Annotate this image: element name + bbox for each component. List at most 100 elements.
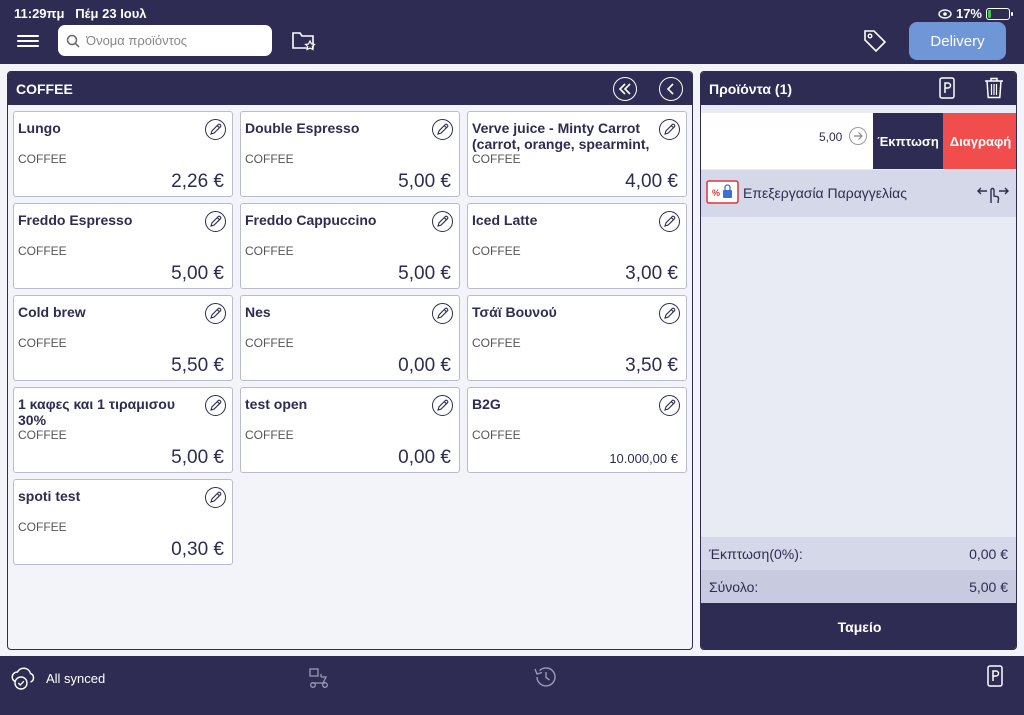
product-price: 5,50 € — [171, 355, 224, 376]
discount-button[interactable]: Έκπτωση — [873, 113, 943, 169]
product-price: 10.000,00 € — [609, 451, 678, 466]
product-price: 5,00 € — [171, 263, 224, 284]
sync-label: All synced — [46, 670, 106, 686]
parking-receipt-icon[interactable] — [987, 665, 1003, 687]
category-header: COFFEE — [8, 72, 692, 105]
chevron-left-icon[interactable] — [659, 77, 683, 101]
search-box[interactable] — [58, 25, 272, 56]
product-name: spoti test — [18, 488, 81, 504]
delete-button[interactable]: Διαγραφή — [943, 113, 1016, 169]
menu-icon[interactable] — [17, 32, 39, 50]
product-price: 5,00 € — [171, 447, 224, 468]
product-price: 3,00 € — [625, 263, 678, 284]
edit-pencil-icon[interactable] — [432, 119, 453, 140]
product-card[interactable]: 1 καφες και 1 τιραμισου 30% COFFEE 5,00 € — [13, 387, 233, 473]
edit-pencil-icon[interactable] — [659, 303, 680, 324]
sync-status[interactable]: All synced — [10, 665, 105, 691]
cloud-synced-icon — [11, 667, 35, 690]
cart-panel: Προϊόντα (1) 5,00 Έκπτωση Διαγραφή % Επε… — [700, 71, 1017, 650]
product-category: COFFEE — [472, 244, 521, 258]
edit-pencil-icon[interactable] — [659, 119, 680, 140]
discount-total-value: 0,00 € — [969, 546, 1008, 562]
product-card[interactable]: Iced Latte COFFEE 3,00 € — [467, 203, 687, 289]
cart-line-item[interactable]: 5,00 Έκπτωση Διαγραφή — [701, 113, 1016, 169]
edit-pencil-icon[interactable] — [432, 303, 453, 324]
tag-icon[interactable] — [862, 28, 888, 54]
product-category: COFFEE — [18, 428, 67, 442]
discount-total-label: Έκπτωση(0%): — [709, 546, 803, 562]
product-price: 0,00 € — [398, 355, 451, 376]
edit-pencil-icon[interactable] — [205, 303, 226, 324]
status-date: Πέμ 23 Ιουλ — [75, 6, 147, 21]
edit-pencil-icon[interactable] — [205, 211, 226, 232]
delivery-scooter-icon[interactable] — [307, 666, 331, 690]
edit-pencil-icon[interactable] — [432, 211, 453, 232]
arrow-right-icon[interactable] — [849, 127, 867, 145]
product-card[interactable]: Lungo COFFEE 2,26 € — [13, 111, 233, 197]
status-clock: 11:29πμ — [14, 6, 65, 21]
category-title: COFFEE — [16, 80, 73, 97]
line-item-price: 5,00 — [819, 130, 843, 144]
product-category: COFFEE — [18, 336, 67, 350]
product-price: 5,00 € — [398, 263, 451, 284]
search-icon — [66, 34, 80, 48]
product-category: COFFEE — [18, 152, 67, 166]
product-card[interactable]: spoti test COFFEE 0,30 € — [13, 479, 233, 565]
checkout-button[interactable]: Ταμείο — [701, 603, 1016, 649]
trash-icon[interactable] — [984, 77, 1004, 99]
product-name: test open — [245, 396, 308, 412]
product-card[interactable]: B2G COFFEE 10.000,00 € — [467, 387, 687, 473]
history-icon[interactable] — [532, 665, 558, 689]
product-card[interactable]: Freddo Cappuccino COFFEE 5,00 € — [240, 203, 460, 289]
product-card[interactable]: test open COFFEE 0,00 € — [240, 387, 460, 473]
product-price: 0,30 € — [171, 539, 224, 560]
edit-pencil-icon[interactable] — [205, 487, 226, 508]
screen-lock-icon — [938, 8, 952, 19]
edit-pencil-icon[interactable] — [205, 395, 226, 416]
product-category: COFFEE — [18, 244, 67, 258]
parking-receipt-icon[interactable] — [939, 77, 955, 99]
product-category: COFFEE — [18, 520, 67, 534]
product-category: COFFEE — [245, 244, 294, 258]
product-card[interactable]: Τσάϊ Βουνού COFFEE 3,50 € — [467, 295, 687, 381]
favorites-folder-icon[interactable] — [291, 29, 317, 53]
product-price: 5,00 € — [398, 171, 451, 192]
product-price: 0,00 € — [398, 447, 451, 468]
product-name: Iced Latte — [472, 212, 538, 228]
product-card[interactable]: Double Espresso COFFEE 5,00 € — [240, 111, 460, 197]
edit-pencil-icon[interactable] — [659, 211, 680, 232]
svg-text:%: % — [712, 188, 720, 198]
product-name: Nes — [245, 304, 271, 320]
product-card[interactable]: Nes COFFEE 0,00 € — [240, 295, 460, 381]
product-card[interactable]: Verve juice - Minty Carrot (carrot, oran… — [467, 111, 687, 197]
product-name: Freddo Espresso — [18, 212, 133, 228]
edit-pencil-icon[interactable] — [659, 395, 680, 416]
status-bar: 11:29πμ Πέμ 23 Ιουλ 17% — [0, 0, 1024, 26]
product-category: COFFEE — [245, 336, 294, 350]
product-category: COFFEE — [245, 428, 294, 442]
product-name: Freddo Cappuccino — [245, 212, 377, 228]
edit-order-label: Επεξεργασία Παραγγελίας — [743, 185, 907, 201]
total-value: 5,00 € — [969, 579, 1008, 595]
product-category: COFFEE — [472, 428, 521, 442]
product-price: 3,50 € — [625, 355, 678, 376]
product-name: Cold brew — [18, 304, 86, 320]
edit-pencil-icon[interactable] — [205, 119, 226, 140]
battery-percent: 17% — [955, 6, 982, 21]
discount-total-row: Έκπτωση(0%): 0,00 € — [701, 537, 1016, 570]
product-category: COFFEE — [245, 152, 294, 166]
product-name: 1 καφες και 1 τιραμισου 30% — [18, 396, 175, 428]
battery-fill — [988, 9, 991, 18]
product-card[interactable]: Cold brew COFFEE 5,50 € — [13, 295, 233, 381]
cart-header: Προϊόντα (1) — [701, 72, 1016, 105]
search-input[interactable] — [86, 33, 266, 48]
product-card[interactable]: Freddo Espresso COFFEE 5,00 € — [13, 203, 233, 289]
bottom-bar: All synced — [0, 656, 1024, 715]
product-category: COFFEE — [472, 336, 521, 350]
delivery-button[interactable]: Delivery — [909, 22, 1006, 60]
products-panel: COFFEE Lungo COFFEE 2,26 € Double Espresso C… — [7, 71, 693, 650]
edit-order-row[interactable]: % Επεξεργασία Παραγγελίας — [701, 170, 1016, 217]
product-name: B2G — [472, 396, 501, 412]
edit-pencil-icon[interactable] — [432, 395, 453, 416]
double-chevron-left-icon[interactable] — [613, 77, 637, 101]
